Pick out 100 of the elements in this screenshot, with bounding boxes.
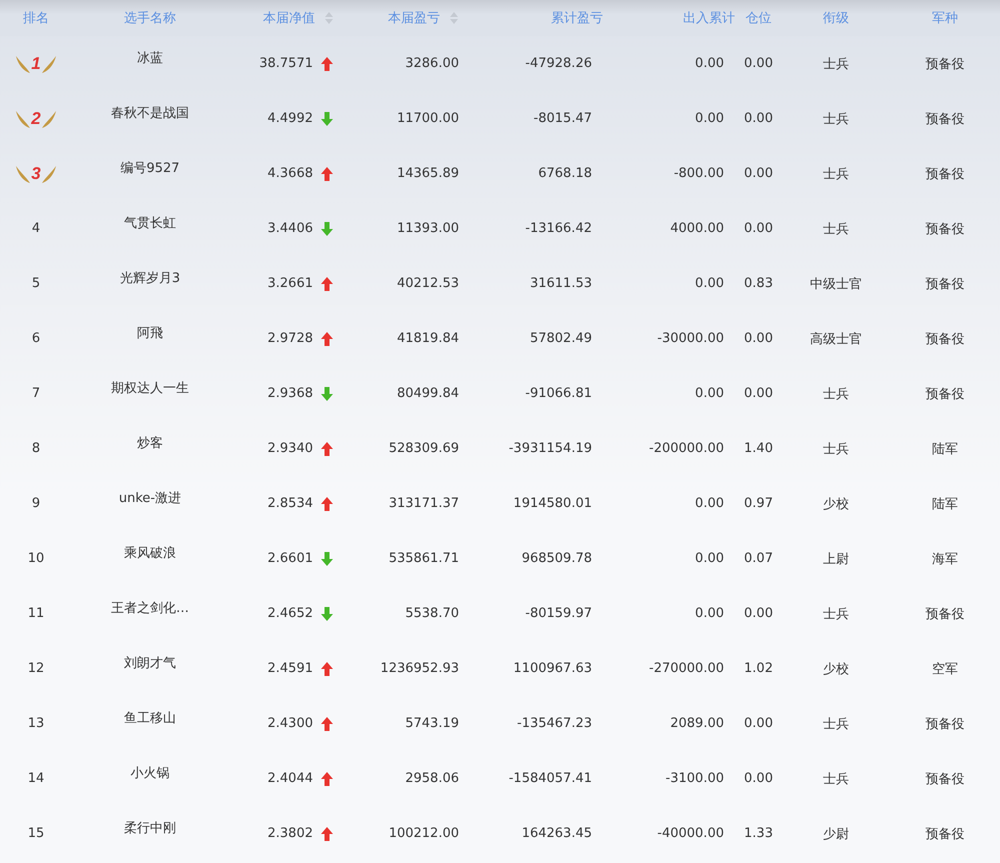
player-name: 刘朗才气 bbox=[124, 654, 176, 672]
player-name: 光辉岁月3 bbox=[120, 270, 180, 286]
player-name: unke-激进 bbox=[118, 490, 182, 506]
profit-value: 41819.84 bbox=[396, 331, 459, 346]
profit-value: 535861.71 bbox=[388, 551, 459, 566]
net-value: 3.2661 bbox=[268, 276, 313, 291]
column-header: 累计盈亏 bbox=[551, 10, 603, 27]
laurel-wing-icon bbox=[15, 164, 32, 184]
flow-value: 0.00 bbox=[695, 386, 724, 401]
total-profit-value: -13166.42 bbox=[525, 221, 592, 236]
rank-number: 14 bbox=[28, 771, 44, 786]
branch-label: 陆军 bbox=[932, 440, 958, 458]
player-name: 炒客 bbox=[137, 434, 163, 452]
grade-label: 士兵 bbox=[823, 716, 849, 732]
net-value: 3.4406 bbox=[268, 221, 313, 236]
position-value: 0.00 bbox=[744, 56, 773, 71]
profit-value: 11700.00 bbox=[396, 111, 459, 126]
branch-label: 预备役 bbox=[926, 56, 964, 72]
column-header[interactable]: 本届净值 bbox=[263, 9, 315, 27]
player-name: 王者之剑化… bbox=[111, 600, 189, 616]
total-profit-value: 57802.49 bbox=[530, 331, 592, 346]
column-header: 仓位 bbox=[746, 10, 772, 27]
column-header[interactable]: 本届盈亏 bbox=[388, 9, 440, 27]
grade-label: 士兵 bbox=[823, 220, 849, 238]
player-name: 春秋不是战国 bbox=[111, 104, 189, 122]
branch-label: 预备役 bbox=[926, 110, 964, 128]
net-value: 2.9368 bbox=[268, 386, 313, 401]
net-value: 4.4992 bbox=[268, 111, 313, 126]
laurel-wing-icon bbox=[15, 54, 32, 74]
grade-label: 士兵 bbox=[823, 56, 849, 72]
flow-value: -40000.00 bbox=[657, 826, 724, 841]
branch-label: 预备役 bbox=[926, 606, 964, 622]
total-profit-value: 968509.78 bbox=[522, 551, 592, 566]
position-value: 0.00 bbox=[744, 606, 773, 621]
rank-number: 12 bbox=[28, 661, 44, 676]
profit-value: 14365.89 bbox=[396, 166, 459, 181]
rank-number: 13 bbox=[28, 716, 44, 731]
flow-value: 0.00 bbox=[695, 496, 724, 511]
branch-label: 空军 bbox=[932, 660, 958, 678]
net-value: 4.3668 bbox=[268, 166, 313, 181]
grade-label: 士兵 bbox=[823, 440, 849, 458]
profit-value: 80499.84 bbox=[396, 386, 459, 401]
laurel-wing-icon bbox=[40, 54, 57, 74]
flow-value: 4000.00 bbox=[670, 221, 724, 236]
position-value: 0.00 bbox=[744, 771, 773, 786]
grade-label: 士兵 bbox=[823, 606, 849, 622]
flow-value: 0.00 bbox=[695, 606, 724, 621]
column-header: 选手名称 bbox=[124, 10, 176, 27]
player-name: 乘风破浪 bbox=[124, 544, 176, 562]
laurel-wing-icon bbox=[15, 108, 32, 128]
total-profit-value: 1100967.63 bbox=[513, 661, 592, 676]
rank-number: 5 bbox=[32, 276, 40, 291]
net-value: 2.6601 bbox=[268, 551, 313, 566]
sort-icon[interactable] bbox=[325, 12, 333, 24]
position-value: 0.83 bbox=[744, 276, 773, 291]
position-value: 0.00 bbox=[744, 221, 773, 236]
flow-value: 0.00 bbox=[695, 551, 724, 566]
column-header: 衔级 bbox=[823, 10, 849, 27]
net-value: 2.4652 bbox=[268, 606, 313, 621]
net-value: 2.4300 bbox=[268, 716, 313, 731]
rank-number: 2 bbox=[31, 108, 41, 128]
position-value: 0.00 bbox=[744, 716, 773, 731]
flow-value: -3100.00 bbox=[666, 771, 724, 786]
flow-value: -800.00 bbox=[674, 166, 724, 181]
profit-value: 528309.69 bbox=[388, 441, 459, 456]
total-profit-value: -1584057.41 bbox=[508, 771, 592, 786]
rank-number: 8 bbox=[32, 441, 40, 456]
grade-label: 少校 bbox=[823, 660, 849, 678]
position-value: 1.02 bbox=[744, 661, 773, 676]
branch-label: 陆军 bbox=[932, 496, 958, 512]
rank-number: 6 bbox=[32, 331, 40, 346]
grade-label: 少尉 bbox=[823, 826, 849, 842]
rank-number: 4 bbox=[32, 221, 40, 236]
rank-number: 3 bbox=[31, 164, 41, 184]
position-value: 0.07 bbox=[744, 551, 773, 566]
branch-label: 预备役 bbox=[926, 716, 964, 732]
player-name: 冰蓝 bbox=[137, 50, 163, 66]
flow-value: -200000.00 bbox=[649, 441, 724, 456]
laurel-wing-icon bbox=[40, 108, 57, 128]
profit-value: 313171.37 bbox=[388, 496, 459, 511]
grade-label: 中级士官 bbox=[810, 276, 862, 292]
net-value: 2.3802 bbox=[268, 826, 313, 841]
player-name: 编号9527 bbox=[120, 160, 180, 176]
branch-label: 海军 bbox=[932, 550, 958, 568]
net-value: 2.9728 bbox=[268, 331, 313, 346]
profit-value: 5538.70 bbox=[405, 606, 459, 621]
sort-icon[interactable] bbox=[450, 12, 458, 24]
grade-label: 士兵 bbox=[823, 770, 849, 788]
grade-label: 少校 bbox=[823, 496, 849, 512]
branch-label: 预备役 bbox=[926, 826, 964, 842]
total-profit-value: 164263.45 bbox=[522, 826, 592, 841]
rank-number: 11 bbox=[28, 606, 44, 621]
profit-value: 2958.06 bbox=[405, 771, 459, 786]
rank-number: 15 bbox=[28, 826, 44, 841]
column-header: 军种 bbox=[932, 10, 958, 27]
profit-value: 3286.00 bbox=[405, 56, 459, 71]
total-profit-value: 6768.18 bbox=[538, 166, 592, 181]
position-value: 1.33 bbox=[744, 826, 773, 841]
total-profit-value: -47928.26 bbox=[525, 56, 592, 71]
grade-label: 高级士官 bbox=[810, 330, 862, 348]
